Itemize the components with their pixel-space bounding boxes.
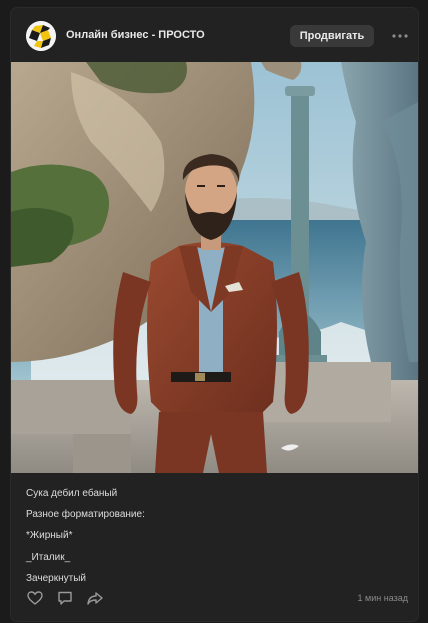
caption-line: Разное форматирование:: [26, 509, 145, 521]
community-avatar[interactable]: [26, 21, 56, 51]
post-card: Онлайн бизнес - ПРОСТО Продвигать Сука д…: [11, 8, 418, 621]
post-timestamp[interactable]: 1 мин назад: [358, 593, 408, 603]
more-icon[interactable]: [390, 26, 410, 46]
post-header: Онлайн бизнес - ПРОСТО Продвигать: [11, 8, 418, 62]
promote-button[interactable]: Продвигать: [290, 25, 374, 47]
share-icon[interactable]: [86, 589, 104, 607]
heart-icon[interactable]: [26, 589, 44, 607]
man-in-suit-photo: [11, 62, 418, 473]
comment-icon[interactable]: [56, 589, 74, 607]
caption-line: Сука дебил ебаный: [26, 488, 118, 499]
caption-line: _Италик_: [26, 551, 71, 563]
caption-line: *Жирный*: [26, 530, 73, 542]
community-name[interactable]: Онлайн бизнес - ПРОСТО: [66, 29, 205, 41]
logo-icon: [26, 21, 56, 51]
post-actions: 1 мин назад: [11, 586, 418, 610]
post-image[interactable]: [11, 62, 418, 473]
post-caption: Сука дебил ебаный Разное форматирование:…: [26, 483, 406, 589]
